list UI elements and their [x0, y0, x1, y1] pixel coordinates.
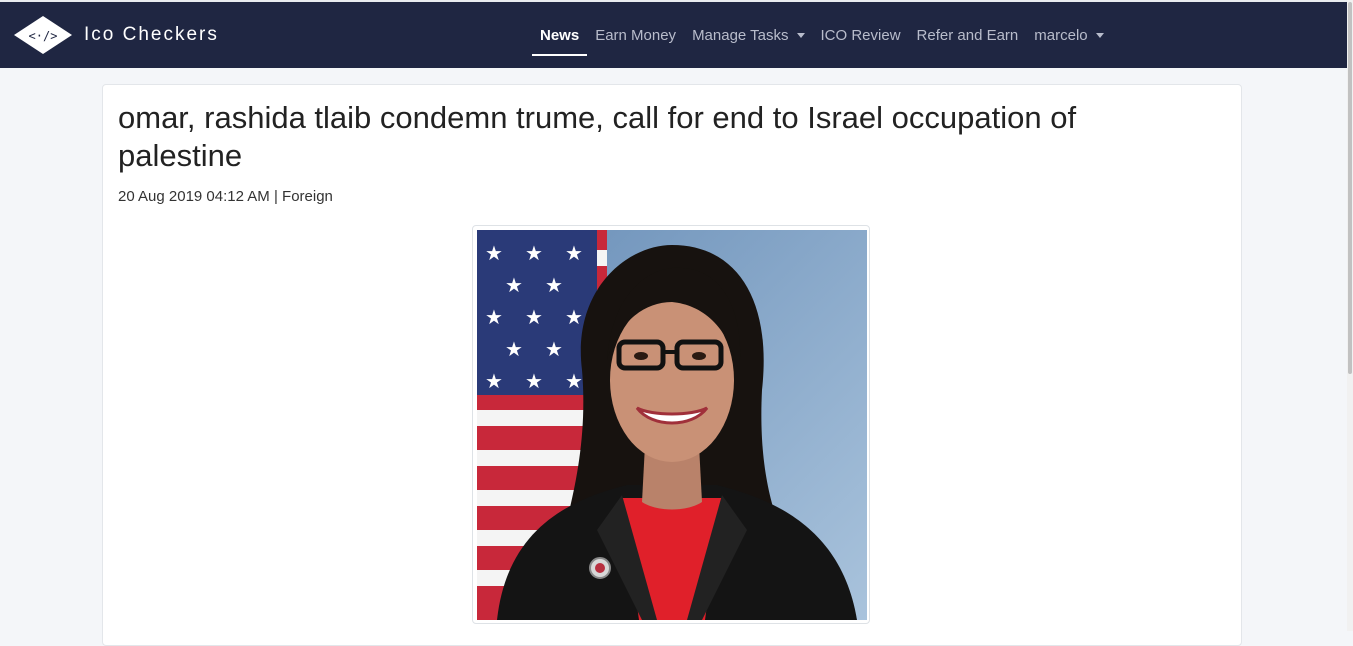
svg-text:★: ★: [525, 369, 543, 393]
main-nav: News Earn Money Manage Tasks ICO Review …: [532, 2, 1112, 68]
page-scrollbar[interactable]: [1347, 0, 1353, 631]
nav-user-menu-dropdown[interactable]: marcelo: [1026, 2, 1111, 68]
svg-text:★: ★: [505, 273, 523, 297]
caret-down-icon: [796, 32, 805, 38]
nav-manage-tasks-dropdown[interactable]: Manage Tasks: [684, 2, 812, 68]
nav-user-name: marcelo: [1034, 26, 1088, 44]
scrollbar-thumb[interactable]: [1348, 2, 1352, 374]
article-meta: 20 Aug 2019 04:12 AM | Foreign: [118, 188, 333, 205]
svg-text:★: ★: [505, 337, 523, 361]
svg-text:★: ★: [565, 369, 583, 393]
brand-logo-glyph: <·/>: [29, 29, 58, 43]
brand-logo-icon: <·/>: [14, 16, 72, 54]
nav-news-label: News: [540, 26, 580, 44]
svg-text:★: ★: [485, 369, 503, 393]
brand-link[interactable]: <·/> Ico Checkers: [12, 14, 219, 56]
nav-ico-review-label: ICO Review: [820, 26, 901, 44]
svg-text:★: ★: [565, 241, 583, 265]
nav-refer-and-earn[interactable]: Refer and Earn: [909, 2, 1027, 68]
svg-text:★: ★: [485, 241, 503, 265]
nav-earn-money[interactable]: Earn Money: [587, 2, 684, 68]
nav-refer-and-earn-label: Refer and Earn: [916, 26, 1019, 44]
brand-name: Ico Checkers: [84, 24, 219, 45]
svg-text:★: ★: [525, 241, 543, 265]
top-navbar: <·/> Ico Checkers News Earn Money Manage…: [0, 2, 1347, 68]
svg-text:★: ★: [545, 273, 563, 297]
caret-down-icon: [1095, 32, 1104, 38]
nav-news[interactable]: News: [532, 2, 588, 68]
nav-ico-review[interactable]: ICO Review: [813, 2, 909, 68]
nav-manage-tasks-label: Manage Tasks: [692, 26, 789, 44]
svg-text:★: ★: [525, 305, 543, 329]
svg-text:★: ★: [565, 305, 583, 329]
article-card: omar, rashida tlaib condemn trume, call …: [102, 84, 1242, 646]
article-image-frame: ★ ★ ★ ★ ★ ★ ★ ★ ★ ★ ★ ★ ★: [472, 225, 870, 624]
article-photo: ★ ★ ★ ★ ★ ★ ★ ★ ★ ★ ★ ★ ★: [477, 230, 867, 620]
nav-earn-money-label: Earn Money: [595, 26, 677, 44]
article-title: omar, rashida tlaib condemn trume, call …: [118, 100, 1077, 173]
svg-text:★: ★: [485, 305, 503, 329]
svg-text:★: ★: [545, 337, 563, 361]
